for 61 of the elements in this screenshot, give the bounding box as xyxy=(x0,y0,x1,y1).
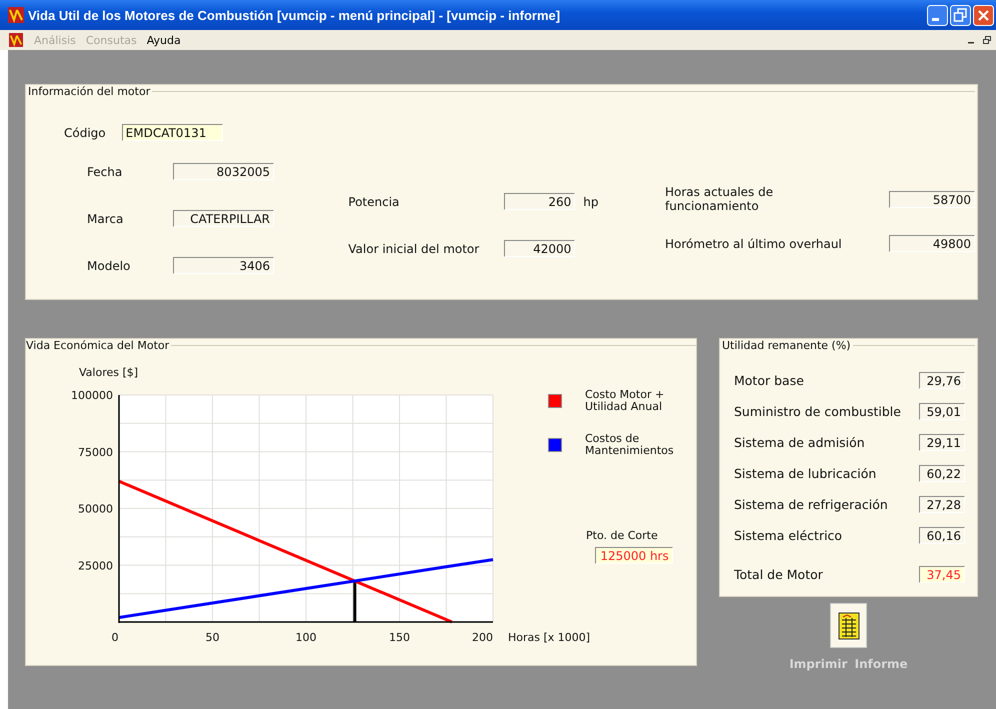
panel-title: Información del motor xyxy=(28,85,150,98)
percent-field[interactable]: 37,45 xyxy=(919,566,965,583)
code-field[interactable]: EMDCAT0131 xyxy=(122,124,223,141)
spreadsheet-icon xyxy=(838,612,860,640)
field-label: Marca xyxy=(87,212,124,226)
unit-label: hp xyxy=(583,194,599,208)
tick-label: 150 xyxy=(389,631,410,644)
field-label: Valor inicial del motor xyxy=(348,242,480,256)
field-label: Suministro de combustible xyxy=(734,404,901,419)
text-field[interactable]: 260 xyxy=(504,193,576,210)
percent-field[interactable]: 60,16 xyxy=(919,527,965,544)
tick-label: 0 xyxy=(112,631,118,644)
field-label: Sistema de refrigeración xyxy=(734,497,888,512)
field-label: Sistema de lubricación xyxy=(734,466,876,481)
percent-field[interactable]: 27,28 xyxy=(919,496,965,513)
tick-label: 50 xyxy=(206,631,220,644)
tick-label: 75000 xyxy=(78,446,113,459)
text-field[interactable]: 3406 xyxy=(173,257,274,274)
legend-label: Costos de Mantenimientos xyxy=(585,433,674,457)
field-label: Fecha xyxy=(87,164,124,178)
field-label: Potencia xyxy=(348,194,400,208)
field-label: Horas actuales de funcionamiento xyxy=(665,185,774,213)
percent-field[interactable]: 60,22 xyxy=(919,465,965,482)
text-field[interactable]: 42000 xyxy=(504,240,576,257)
tick-label: 100000 xyxy=(71,389,113,402)
print-label: Imprimir Informe xyxy=(789,657,908,671)
tick-label: 25000 xyxy=(78,559,113,572)
cutoff-marker xyxy=(353,580,356,622)
restore-icon[interactable] xyxy=(982,35,992,45)
print-button[interactable] xyxy=(830,603,867,648)
axis-title: Valores [$] xyxy=(79,366,138,379)
percent-field[interactable]: 29,11 xyxy=(919,434,965,451)
tick-label: 200 xyxy=(472,631,493,644)
field-label: Horómetro al último overhaul xyxy=(665,236,843,250)
text-field[interactable]: 8032005 xyxy=(173,163,274,180)
field-label: Modelo xyxy=(87,258,132,272)
tick-label: 50000 xyxy=(78,502,113,516)
field-label: Sistema de admisión xyxy=(734,435,865,450)
tick-label: 100 xyxy=(296,631,316,644)
axis-title: Horas [x 1000] xyxy=(508,631,590,644)
cutoff-field[interactable]: 125000 hrs xyxy=(594,547,673,564)
minimize-icon[interactable] xyxy=(927,4,948,26)
menu-item[interactable]: Ayuda xyxy=(146,34,181,46)
percent-field[interactable]: 29,76 xyxy=(919,372,965,389)
close-icon[interactable] xyxy=(973,4,994,26)
text-field[interactable]: 58700 xyxy=(889,190,975,208)
panel-title: Vida Económica del Motor xyxy=(26,339,170,352)
field-label: Sistema eléctrico xyxy=(734,528,842,543)
text-field[interactable]: 49800 xyxy=(889,235,975,252)
percent-field[interactable]: 59,01 xyxy=(919,403,965,420)
window-title: Vida Util de los Motores de Combustión [vumcip - menú principal] - [vumcip - informe] xyxy=(28,8,560,22)
app-icon xyxy=(8,7,24,23)
legend-label: Costo Motor + Utilidad Anual xyxy=(585,389,664,413)
field-label: Código xyxy=(64,126,106,140)
field-label: Motor base xyxy=(734,373,804,388)
panel-title: Utilidad remanente (%) xyxy=(722,339,851,352)
app-icon[interactable] xyxy=(8,33,24,47)
field-label: Total de Motor xyxy=(734,567,823,582)
cutoff-label: Pto. de Corte xyxy=(586,529,658,542)
restore-icon[interactable] xyxy=(950,4,971,26)
text-field[interactable]: CATERPILLAR xyxy=(173,210,274,227)
